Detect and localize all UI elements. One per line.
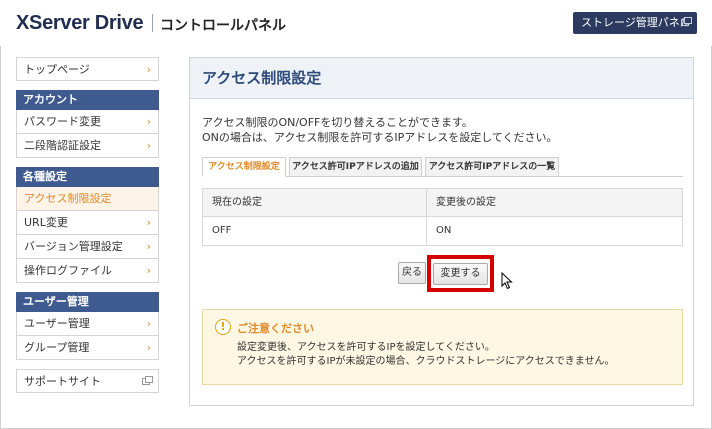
sidebar-item-label: 二段階認証設定 (24, 139, 101, 152)
page-title: アクセス制限設定 (190, 58, 693, 99)
sidebar-item-group-management[interactable]: グループ管理 › (16, 336, 159, 360)
logo[interactable]: XServer Drive (16, 12, 144, 35)
new-setting-value: ON (436, 225, 452, 236)
back-button[interactable]: 戻る (398, 262, 426, 284)
chevron-right-icon: › (146, 63, 151, 76)
tab-add-allowed-ip[interactable]: アクセス許可IPアドレスの追加 (289, 157, 422, 177)
sidebar-item-top[interactable]: トップページ › (16, 57, 159, 81)
storage-panel-label: ストレージ管理パネル (581, 16, 691, 29)
tab-allowed-ip-list[interactable]: アクセス許可IPアドレスの一覧 (425, 157, 559, 177)
description-line: アクセス制限のON/OFFを切り替えることができます。 (202, 116, 473, 129)
chevron-right-icon: › (146, 341, 151, 354)
chevron-right-icon: › (146, 115, 151, 128)
chevron-right-icon: › (146, 139, 151, 152)
sidebar-item-version-control[interactable]: バージョン管理設定 › (16, 235, 159, 259)
sidebar-item-operation-log[interactable]: 操作ログファイル › (16, 259, 159, 283)
notice-text: 設定変更後、アクセスを許可するIPを設定してください。 アクセスを許可するIPが… (237, 341, 614, 369)
sidebar-item-two-factor[interactable]: 二段階認証設定 › (16, 134, 159, 158)
sidebar-section-settings: 各種設定 (16, 167, 159, 187)
sidebar-section-account: アカウント (16, 90, 159, 110)
logo-divider (152, 14, 153, 32)
notice-line: アクセスを許可するIPが未設定の場合、クラウドストレージにアクセスできません。 (237, 356, 615, 367)
column-header-new: 変更後の設定 (436, 197, 496, 208)
chevron-right-icon: › (146, 317, 151, 330)
sidebar: トップページ › アカウント パスワード変更 › 二段階認証設定 › 各種設定 … (16, 57, 159, 393)
current-setting-value: OFF (203, 217, 427, 245)
sidebar-item-label: 操作ログファイル (24, 264, 112, 277)
sidebar-item-user-management[interactable]: ユーザー管理 › (16, 312, 159, 336)
table-header-row: 現在の設定 変更後の設定 (203, 189, 682, 217)
sidebar-item-password[interactable]: パスワード変更 › (16, 110, 159, 134)
sidebar-section-users: ユーザー管理 (16, 292, 159, 312)
sidebar-item-label: アクセス制限設定 (24, 192, 112, 205)
header-title: コントロールパネル (160, 18, 286, 34)
description-line: ONの場合は、アクセス制限を許可するIPアドレスを設定してください。 (202, 131, 558, 144)
sidebar-item-label: パスワード変更 (24, 115, 101, 128)
change-button[interactable]: 変更する (433, 263, 488, 285)
settings-table: 現在の設定 変更後の設定 OFF ON (202, 188, 683, 246)
chevron-right-icon: › (146, 216, 151, 229)
external-link-icon (142, 376, 153, 385)
table-row: OFF ON (203, 217, 682, 245)
sidebar-item-label: グループ管理 (24, 341, 90, 354)
chevron-right-icon: › (146, 240, 151, 253)
sidebar-item-url-change[interactable]: URL変更 › (16, 211, 159, 235)
sidebar-item-label: サポートサイト (24, 375, 101, 388)
sidebar-item-label: ユーザー管理 (24, 317, 90, 330)
notice-line: 設定変更後、アクセスを許可するIPを設定してください。 (237, 342, 495, 353)
mouse-cursor-icon (501, 272, 513, 290)
tab-access-restriction[interactable]: アクセス制限設定 (202, 157, 286, 177)
external-link-icon (681, 17, 692, 26)
sidebar-item-label: バージョン管理設定 (24, 240, 123, 253)
exclamation-icon: ! (215, 319, 231, 335)
sidebar-item-label: URL変更 (24, 216, 68, 229)
page-description: アクセス制限のON/OFFを切り替えることができます。 ONの場合は、アクセス制… (202, 115, 558, 145)
sidebar-item-label: トップページ (24, 63, 90, 76)
sidebar-item-access-restriction[interactable]: アクセス制限設定 (16, 187, 159, 211)
column-header-current: 現在の設定 (203, 189, 427, 217)
header: XServer Drive コントロールパネル ストレージ管理パネル (0, 0, 712, 46)
notice-title: ご注意ください (237, 322, 314, 335)
storage-panel-button[interactable]: ストレージ管理パネル (573, 12, 697, 34)
notice-box: ! ご注意ください 設定変更後、アクセスを許可するIPを設定してください。 アク… (202, 309, 683, 385)
main-panel: アクセス制限設定 アクセス制限のON/OFFを切り替えることができます。 ONの… (189, 57, 694, 406)
chevron-right-icon: › (146, 264, 151, 277)
tab-bar: アクセス制限設定 アクセス許可IPアドレスの追加 アクセス許可IPアドレスの一覧 (202, 157, 683, 177)
sidebar-item-support-site[interactable]: サポートサイト (16, 369, 159, 393)
